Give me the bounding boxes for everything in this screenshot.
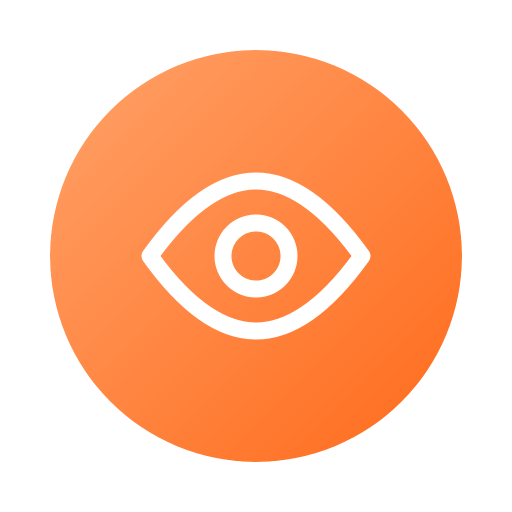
- icon-background-circle: [50, 50, 462, 462]
- eye-app-icon[interactable]: [50, 50, 462, 462]
- icon-canvas: [0, 0, 512, 512]
- eye-icon: [50, 50, 462, 462]
